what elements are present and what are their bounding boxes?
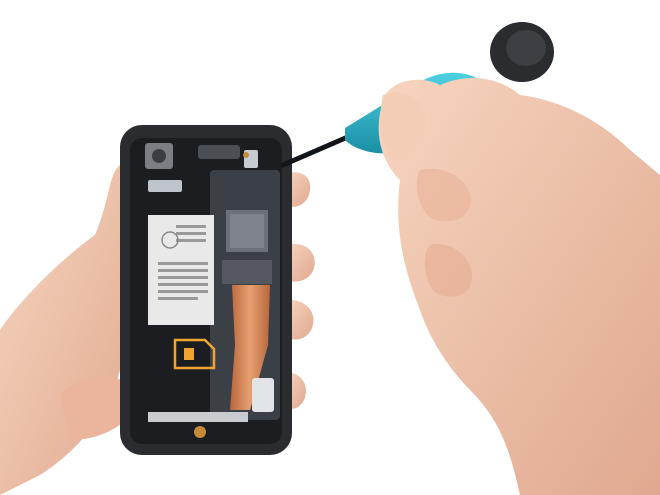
earpiece — [198, 145, 240, 159]
photo-canvas — [0, 0, 660, 495]
photo-scene — [0, 0, 660, 495]
phone — [120, 125, 292, 455]
screw — [194, 426, 206, 438]
screw — [243, 152, 249, 158]
bottom-bracket — [148, 412, 248, 422]
